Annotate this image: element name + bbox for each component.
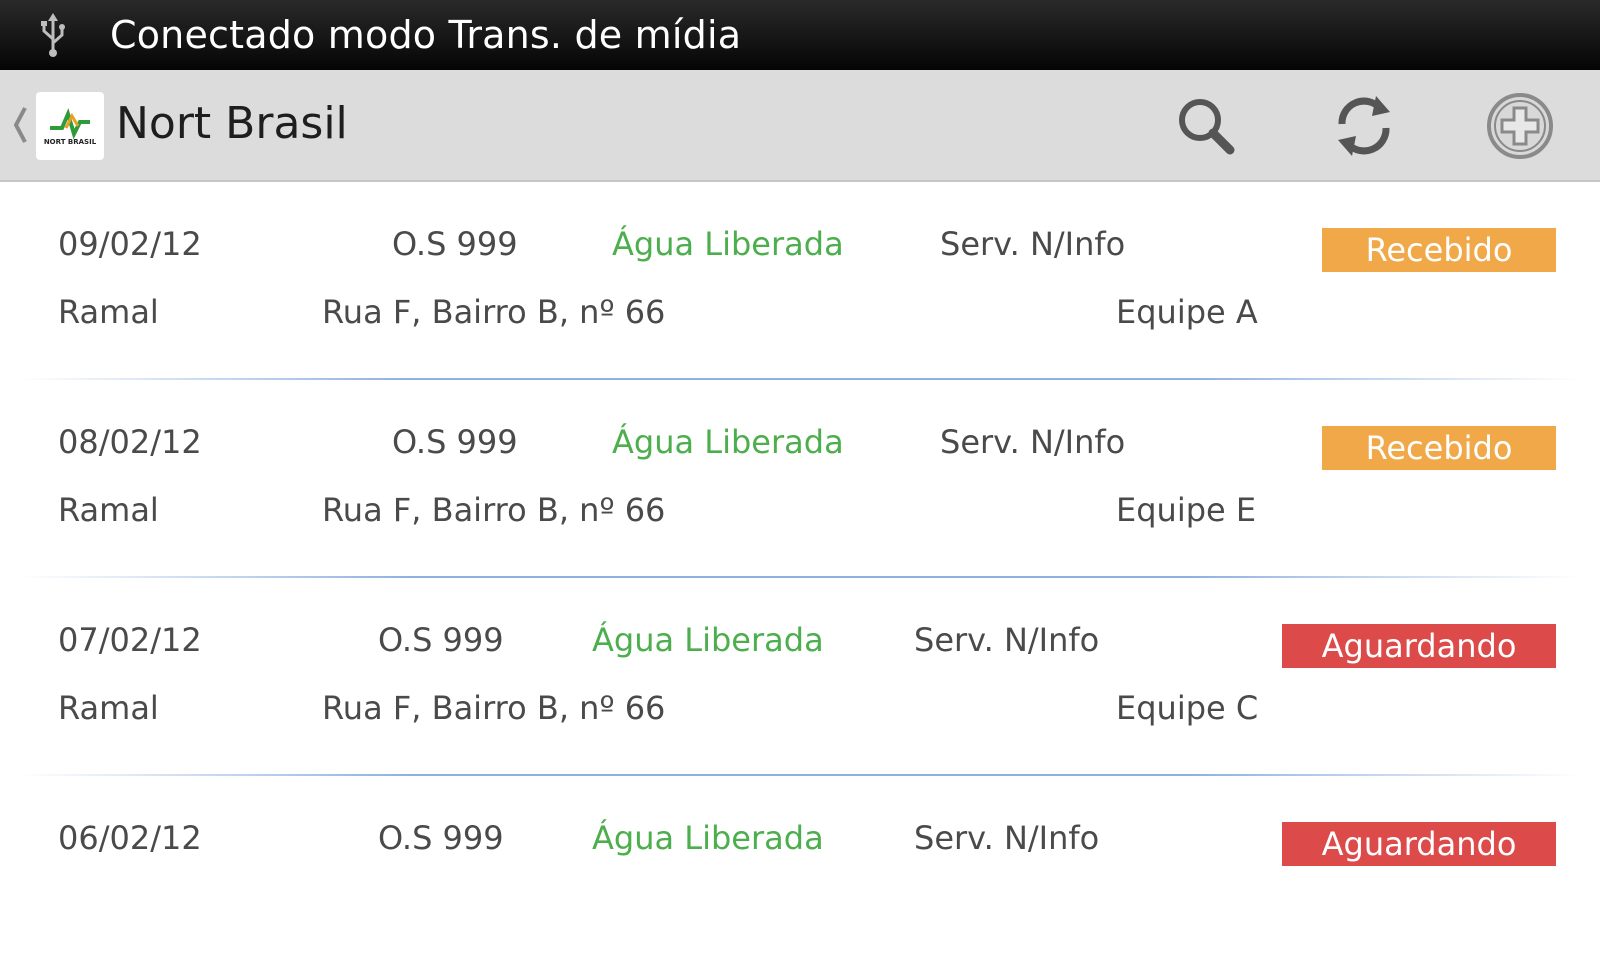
list-item[interactable]: 08/02/12 O.S 999 Água Liberada Serv. N/I… — [0, 380, 1600, 578]
item-service: Serv. N/Info — [940, 225, 1126, 263]
item-service: Serv. N/Info — [914, 621, 1100, 659]
status-badge: Recebido — [1322, 426, 1556, 470]
usb-icon — [38, 10, 68, 60]
item-os: O.S 999 — [392, 423, 518, 461]
item-water-status: Água Liberada — [612, 225, 844, 263]
search-icon[interactable] — [1170, 90, 1242, 162]
item-os: O.S 999 — [378, 621, 504, 659]
item-type: Ramal — [58, 491, 159, 529]
refresh-icon[interactable] — [1328, 90, 1400, 162]
item-date: 07/02/12 — [58, 621, 202, 659]
item-water-status: Água Liberada — [612, 423, 844, 461]
item-team: Equipe E — [1116, 491, 1257, 529]
app-logo[interactable]: NORT BRASIL — [36, 92, 104, 160]
item-team: Equipe C — [1116, 689, 1259, 727]
item-os: O.S 999 — [392, 225, 518, 263]
status-text: Conectado modo Trans. de mídia — [110, 13, 742, 57]
item-os: O.S 999 — [378, 819, 504, 857]
item-date: 09/02/12 — [58, 225, 202, 263]
status-badge: Recebido — [1322, 228, 1556, 272]
list-item[interactable]: 06/02/12 O.S 999 Água Liberada Serv. N/I… — [0, 776, 1600, 974]
list-item[interactable]: 07/02/12 O.S 999 Água Liberada Serv. N/I… — [0, 578, 1600, 776]
item-service: Serv. N/Info — [940, 423, 1126, 461]
status-badge: Aguardando — [1282, 822, 1556, 866]
order-list: 09/02/12 O.S 999 Água Liberada Serv. N/I… — [0, 182, 1600, 974]
app-title: Nort Brasil — [116, 98, 348, 149]
add-icon[interactable] — [1484, 90, 1556, 162]
item-type: Ramal — [58, 293, 159, 331]
item-type: Ramal — [58, 689, 159, 727]
item-address: Rua F, Bairro B, nº 66 — [322, 293, 666, 331]
item-team: Equipe A — [1116, 293, 1258, 331]
status-bar: Conectado modo Trans. de mídia — [0, 0, 1600, 70]
item-water-status: Água Liberada — [592, 621, 824, 659]
back-chevron-icon[interactable] — [10, 102, 30, 148]
item-address: Rua F, Bairro B, nº 66 — [322, 689, 666, 727]
status-badge: Aguardando — [1282, 624, 1556, 668]
item-service: Serv. N/Info — [914, 819, 1100, 857]
item-date: 08/02/12 — [58, 423, 202, 461]
item-date: 06/02/12 — [58, 819, 202, 857]
logo-text: NORT BRASIL — [44, 138, 97, 146]
item-address: Rua F, Bairro B, nº 66 — [322, 491, 666, 529]
list-item[interactable]: 09/02/12 O.S 999 Água Liberada Serv. N/I… — [0, 182, 1600, 380]
item-water-status: Água Liberada — [592, 819, 824, 857]
action-bar: NORT BRASIL Nort Brasil — [0, 70, 1600, 182]
